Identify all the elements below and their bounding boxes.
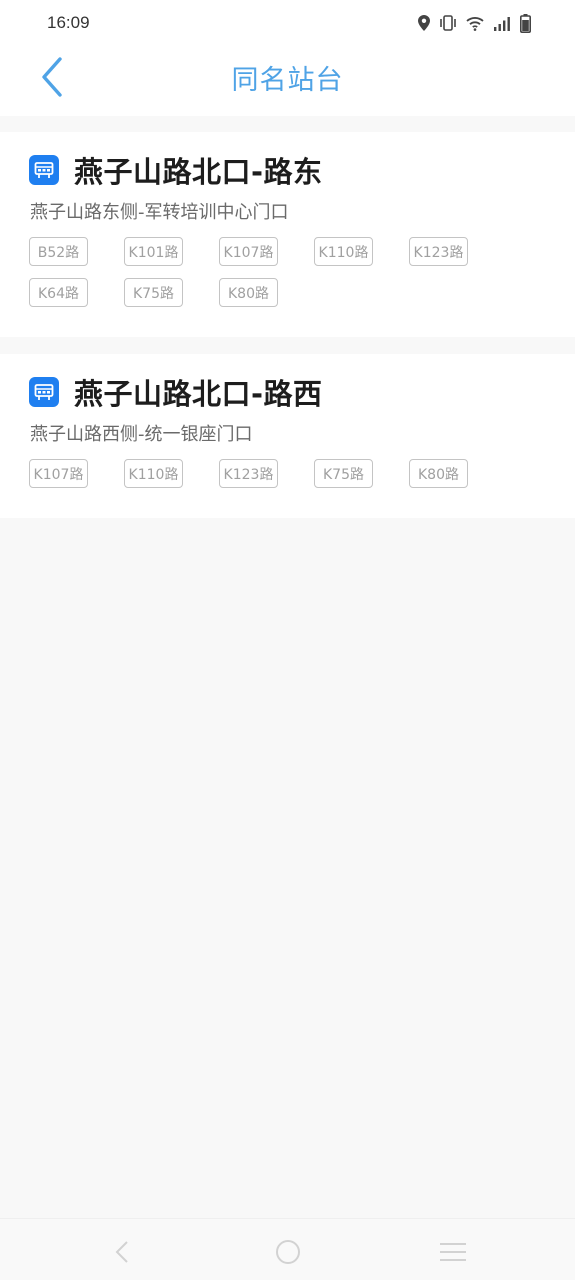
vibrate-icon [439, 15, 457, 31]
route-tag[interactable]: B52路 [29, 237, 88, 266]
route-tag[interactable]: K64路 [29, 278, 88, 307]
signal-icon [493, 16, 511, 31]
back-key[interactable] [107, 1237, 137, 1267]
route-tag[interactable]: K107路 [219, 237, 278, 266]
route-tag[interactable]: K123路 [219, 459, 278, 488]
status-icons [418, 13, 531, 33]
route-tag[interactable]: K110路 [314, 237, 373, 266]
station-description: 燕子山路西侧-统一银座门口 [30, 424, 253, 445]
page-title: 同名站台 [231, 65, 344, 96]
route-tag[interactable]: K101路 [124, 237, 183, 266]
route-tag[interactable]: K80路 [219, 278, 278, 307]
route-tag[interactable]: K110路 [124, 459, 183, 488]
route-tag[interactable]: K75路 [124, 278, 183, 307]
home-key-icon [276, 1240, 300, 1264]
battery-icon [520, 13, 531, 33]
station-header: 燕子山路北口-路东 [29, 149, 323, 191]
route-tag[interactable]: K107路 [29, 459, 88, 488]
route-tag[interactable]: K75路 [314, 459, 373, 488]
station-name: 燕子山路北口-路西 [74, 377, 323, 411]
location-icon [418, 15, 430, 31]
menu-key-icon [440, 1243, 466, 1261]
station-card[interactable]: 燕子山路北口-路西 燕子山路西侧-统一银座门口 K107路 K110路 K123… [0, 354, 575, 518]
status-time: 16:09 [47, 13, 90, 32]
wifi-icon [466, 16, 484, 31]
route-list: K107路 K110路 K123路 K75路 K80路 [29, 459, 509, 488]
menu-key[interactable] [438, 1237, 468, 1267]
station-description: 燕子山路东侧-军转培训中心门口 [30, 202, 289, 223]
bus-stop-icon [29, 155, 59, 185]
home-key[interactable] [273, 1237, 303, 1267]
system-nav-bar [0, 1218, 575, 1280]
bus-stop-icon [29, 377, 59, 407]
station-header: 燕子山路北口-路西 [29, 371, 323, 413]
station-card[interactable]: 燕子山路北口-路东 燕子山路东侧-军转培训中心门口 B52路 K101路 K10… [0, 132, 575, 337]
back-key-icon [115, 1241, 128, 1263]
route-tag[interactable]: K80路 [409, 459, 468, 488]
route-list: B52路 K101路 K107路 K110路 K123路 K64路 K75路 K… [29, 237, 509, 307]
route-tag[interactable]: K123路 [409, 237, 468, 266]
status-bar: 16:09 [0, 0, 575, 46]
station-name: 燕子山路北口-路东 [74, 155, 323, 189]
nav-bar: 同名站台 [0, 46, 575, 116]
